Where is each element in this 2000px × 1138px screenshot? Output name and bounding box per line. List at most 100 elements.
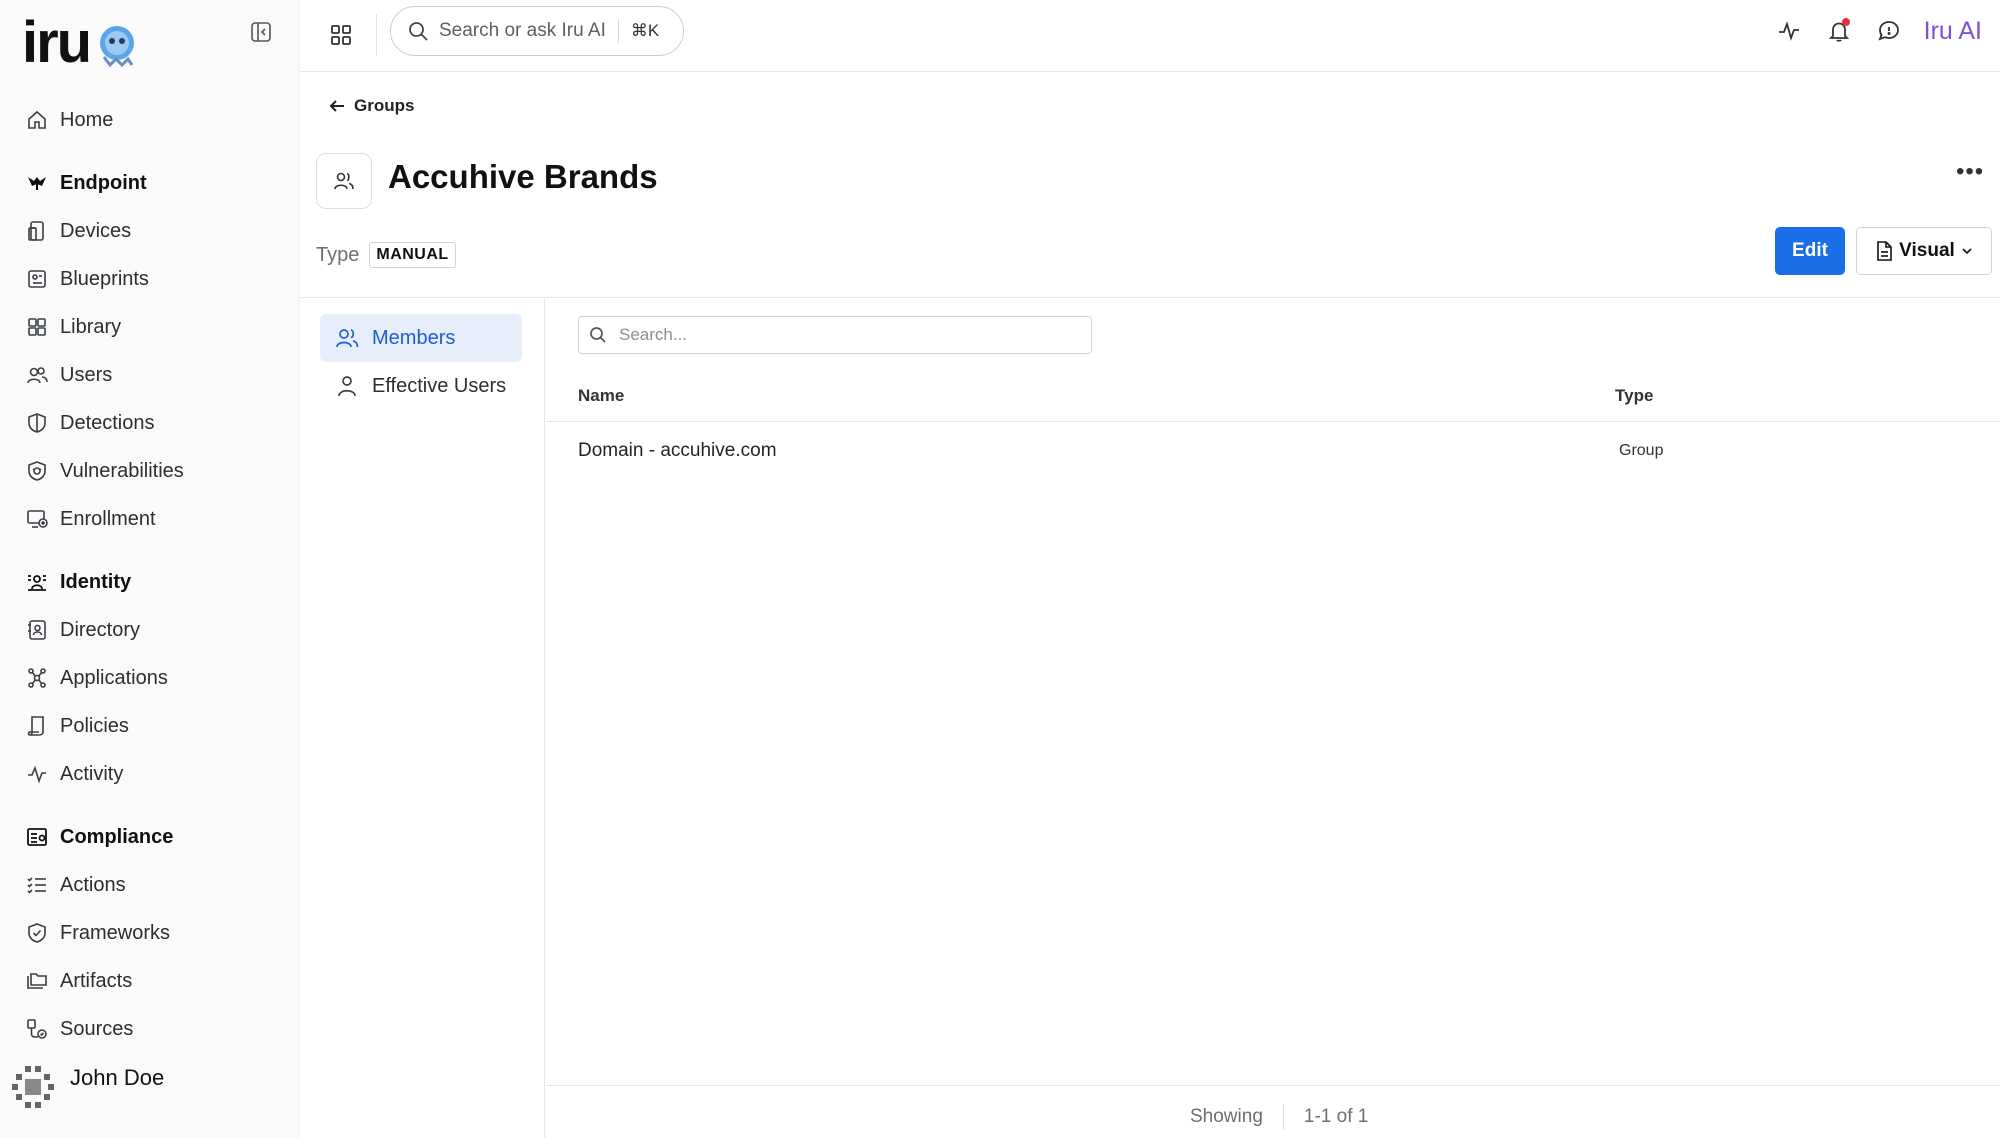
document-icon <box>1875 241 1893 261</box>
apps-grid-icon[interactable] <box>326 20 356 50</box>
top-right-actions: Iru AI <box>1756 14 1982 48</box>
iru-ai-link[interactable]: Iru AI <box>1924 17 1982 46</box>
bell-icon[interactable] <box>1822 14 1856 48</box>
nav-label: Actions <box>60 873 126 896</box>
nav-item-blueprints[interactable]: Blueprints <box>0 255 300 303</box>
endpoint-icon <box>24 170 50 196</box>
section-compliance: Compliance <box>0 813 300 861</box>
enrollment-icon <box>24 506 50 532</box>
back-to-groups-link[interactable]: Groups <box>328 96 414 116</box>
divider <box>1282 1104 1284 1130</box>
more-options-icon[interactable]: ••• <box>1956 158 1984 186</box>
section-title: Identity <box>60 570 132 593</box>
members-search[interactable] <box>578 316 1092 354</box>
divider <box>546 1085 2000 1086</box>
sidebar: iru Home Endpoint Devices Blueprints Lib… <box>0 0 300 1138</box>
nav-label: Blueprints <box>60 267 149 290</box>
nav-item-frameworks[interactable]: Frameworks <box>0 909 300 957</box>
group-icon <box>316 153 372 209</box>
sources-icon <box>24 1016 50 1042</box>
cell-name: Domain - accuhive.com <box>578 440 777 461</box>
search-label: Search or ask Iru AI <box>439 20 606 41</box>
home-icon <box>24 107 50 133</box>
column-header-name[interactable]: Name <box>578 386 624 406</box>
nav-item-artifacts[interactable]: Artifacts <box>0 957 300 1005</box>
directory-icon <box>24 617 50 643</box>
top-bar: Search or ask Iru AI ⌘K Iru AI <box>300 0 2000 72</box>
folder-icon <box>24 968 50 994</box>
page-title: Accuhive Brands <box>388 158 658 195</box>
nav-label: Directory <box>60 618 141 641</box>
shield-check-icon <box>24 920 50 946</box>
visual-dropdown-button[interactable]: Visual <box>1856 227 1992 275</box>
global-search[interactable]: Search or ask Iru AI ⌘K <box>390 6 684 56</box>
visual-label: Visual <box>1899 240 1955 261</box>
members-icon <box>334 325 360 351</box>
nav-item-sources[interactable]: Sources <box>0 1005 300 1053</box>
divider <box>376 14 377 56</box>
section-title: Endpoint <box>60 171 147 194</box>
nav-item-actions[interactable]: Actions <box>0 861 300 909</box>
avatar <box>12 1066 54 1108</box>
nav-item-policies[interactable]: Policies <box>0 702 300 750</box>
type-label: Type <box>316 243 360 266</box>
nav-label: Users <box>60 363 113 386</box>
nav-item-detections[interactable]: Detections <box>0 399 300 447</box>
section-identity: Identity <box>0 558 300 606</box>
nav-item-applications[interactable]: Applications <box>0 654 300 702</box>
cell-type: Group <box>1619 442 1664 459</box>
notification-dot <box>1841 18 1850 26</box>
nav-label: Artifacts <box>60 969 133 992</box>
divider <box>617 19 619 43</box>
applications-icon <box>24 665 50 691</box>
brand-wordmark: iru <box>22 10 92 75</box>
tab-members[interactable]: Members <box>320 314 522 362</box>
tab-effective-users[interactable]: Effective Users <box>320 362 522 410</box>
table-row[interactable]: Domain - accuhive.com Group <box>546 422 2000 482</box>
back-label: Groups <box>354 96 415 115</box>
search-shortcut: ⌘K <box>630 21 660 40</box>
user-menu[interactable]: John Doe <box>10 1064 164 1110</box>
section-title: Compliance <box>60 825 174 848</box>
page-range: 1-1 of 1 <box>1303 1106 1369 1127</box>
nav-label: Library <box>60 315 122 338</box>
nav-item-directory[interactable]: Directory <box>0 606 300 654</box>
nav-item-home[interactable]: Home <box>0 96 300 144</box>
section-endpoint: Endpoint <box>0 159 300 207</box>
nav-item-enrollment[interactable]: Enrollment <box>0 495 300 543</box>
activity-pulse-icon[interactable] <box>1772 14 1806 48</box>
user-icon <box>334 373 360 399</box>
nav-item-activity[interactable]: Activity <box>0 750 300 798</box>
nav-item-devices[interactable]: Devices <box>0 207 300 255</box>
nav-label: Home <box>60 108 114 131</box>
mascot-icon <box>100 26 135 68</box>
tab-label: Members <box>372 326 456 349</box>
device-icon <box>24 218 50 244</box>
identity-icon <box>24 569 50 595</box>
collapse-sidebar-icon[interactable] <box>248 20 274 44</box>
edit-button[interactable]: Edit <box>1775 227 1845 275</box>
brand-logo[interactable]: iru <box>22 14 140 72</box>
divider <box>300 297 2000 298</box>
nav-item-users[interactable]: Users <box>0 351 300 399</box>
shield-icon <box>24 410 50 436</box>
activity-icon <box>24 761 50 787</box>
arrow-left-icon <box>328 97 346 115</box>
nav-label: Policies <box>60 714 129 737</box>
column-header-type[interactable]: Type <box>1615 386 1653 406</box>
chevron-down-icon <box>1961 245 1973 257</box>
nav-label: Enrollment <box>60 507 156 530</box>
group-type: Type MANUAL <box>316 242 456 268</box>
pagination-footer: Showing 1-1 of 1 <box>1190 1104 1368 1130</box>
nav-label: Frameworks <box>60 921 171 944</box>
compliance-icon <box>24 824 50 850</box>
type-badge: MANUAL <box>369 242 456 268</box>
members-search-input[interactable] <box>619 325 1059 345</box>
nav-item-vulnerabilities[interactable]: Vulnerabilities <box>0 447 300 495</box>
library-icon <box>24 314 50 340</box>
nav-item-library[interactable]: Library <box>0 303 300 351</box>
chat-icon[interactable] <box>1872 14 1906 48</box>
nav-label: Devices <box>60 219 132 242</box>
policies-icon <box>24 713 50 739</box>
main-nav: Home Endpoint Devices Blueprints Library… <box>0 96 300 1053</box>
